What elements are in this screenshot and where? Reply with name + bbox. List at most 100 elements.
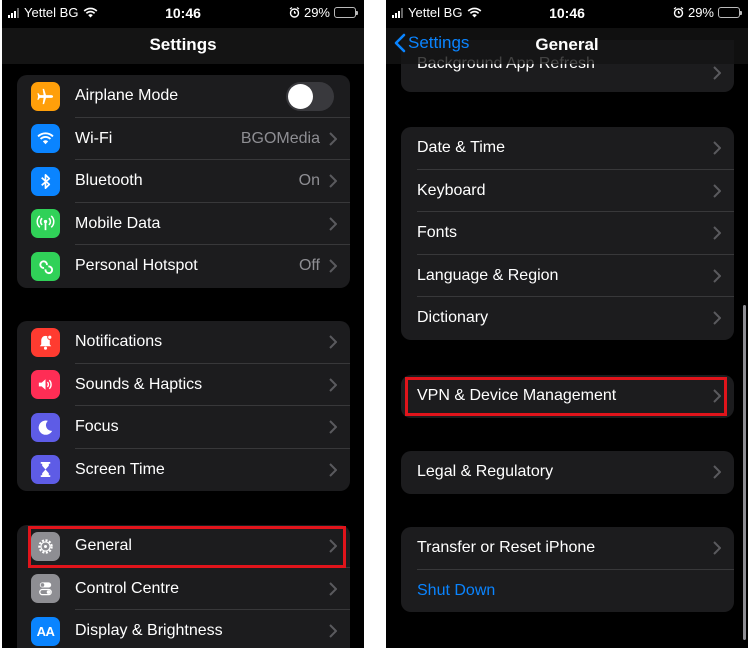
chevron-right-icon [713, 269, 721, 283]
status-bar: Yettel BG 10:46 29% [2, 0, 364, 28]
shut-down-button[interactable]: Shut Down [401, 570, 734, 613]
page-title: Settings [149, 35, 217, 54]
row-label: Transfer or Reset iPhone [417, 539, 596, 557]
chevron-right-icon [329, 624, 337, 638]
chevron-right-icon [713, 141, 721, 155]
airplane-mode-toggle[interactable] [286, 81, 334, 111]
antenna-icon [31, 209, 60, 239]
hotspot-status-value: Off [298, 257, 320, 275]
speaker-icon [31, 370, 60, 400]
row-label: Focus [75, 418, 119, 436]
chevron-right-icon [713, 465, 721, 479]
row-label: Mobile Data [75, 214, 161, 232]
settings-row-focus[interactable]: Focus [17, 406, 350, 449]
row-label: General [75, 537, 132, 555]
row-label: Date & Time [417, 139, 506, 157]
row-label: Fonts [417, 224, 458, 242]
row-label: Personal Hotspot [75, 257, 198, 275]
general-row-language-region[interactable]: Language & Region [401, 255, 734, 297]
battery-icon [334, 7, 358, 18]
chevron-right-icon [713, 541, 721, 555]
settings-row-wifi[interactable]: Wi-Fi BGOMedia [17, 118, 350, 160]
chevron-right-icon [329, 132, 337, 146]
status-bar: Yettel BG 10:46 29% [386, 0, 748, 28]
general-group-vpn: VPN & Device Management [401, 375, 734, 418]
settings-row-mobile-data[interactable]: Mobile Data [17, 203, 350, 245]
row-label: Airplane Mode [75, 87, 179, 105]
chevron-right-icon [713, 184, 721, 198]
general-group-reset: Transfer or Reset iPhone Shut Down [401, 527, 734, 612]
chevron-right-icon [713, 66, 721, 80]
settings-row-personal-hotspot[interactable]: Personal Hotspot Off [17, 245, 350, 288]
bell-icon [31, 327, 60, 357]
row-label: Dictionary [417, 309, 489, 327]
settings-row-bluetooth[interactable]: Bluetooth On [17, 160, 350, 203]
hourglass-icon [31, 455, 60, 485]
alarm-icon [289, 7, 300, 18]
general-group-legal: Legal & Regulatory [401, 451, 734, 494]
settings-row-general[interactable]: General [17, 525, 350, 568]
row-label: Display & Brightness [75, 622, 223, 640]
settings-row-display-brightness[interactable]: AA Display & Brightness [17, 610, 350, 648]
general-group-locale: Date & Time Keyboard Fonts Language & Re… [401, 127, 734, 340]
settings-row-sounds-haptics[interactable]: Sounds & Haptics [17, 364, 350, 406]
moon-icon [31, 412, 60, 442]
settings-group-connectivity: Airplane Mode Wi-Fi BGOMedia Bluetooth O… [17, 75, 350, 288]
chevron-right-icon [329, 174, 337, 188]
row-label: Sounds & Haptics [75, 375, 203, 393]
row-label: VPN & Device Management [417, 387, 617, 405]
row-label: Control Centre [75, 579, 180, 597]
settings-group-system: General Control Centre AA Display & Brig… [17, 525, 350, 648]
chevron-right-icon [713, 389, 721, 403]
airplane-icon [31, 81, 60, 111]
row-label: Screen Time [75, 460, 165, 478]
chevron-right-icon [329, 378, 337, 392]
row-label: Language & Region [417, 266, 559, 284]
scrollbar[interactable] [743, 305, 746, 640]
general-row-vpn-device-management[interactable]: VPN & Device Management [401, 375, 734, 418]
general-row-fonts[interactable]: Fonts [401, 212, 734, 255]
chevron-right-icon [329, 582, 337, 596]
battery-percent: 29% [303, 5, 330, 20]
chevron-right-icon [713, 311, 721, 325]
row-label: Bluetooth [75, 172, 143, 190]
settings-row-airplane-mode[interactable]: Airplane Mode [17, 75, 350, 118]
settings-row-screen-time[interactable]: Screen Time [17, 449, 350, 492]
row-label: Keyboard [417, 181, 486, 199]
general-row-legal-regulatory[interactable]: Legal & Regulatory [401, 451, 734, 494]
battery-percent: 29% [687, 5, 714, 20]
general-row-dictionary[interactable]: Dictionary [401, 297, 734, 340]
chevron-right-icon [329, 217, 337, 231]
general-screen: Background App Refresh Yettel BG 10:46 2… [386, 0, 748, 648]
chevron-right-icon [329, 420, 337, 434]
chevron-right-icon [713, 226, 721, 240]
settings-row-notifications[interactable]: Notifications [17, 321, 350, 364]
switches-icon [31, 574, 60, 604]
general-row-date-time[interactable]: Date & Time [401, 127, 734, 170]
row-label: Notifications [75, 333, 163, 351]
general-row-keyboard[interactable]: Keyboard [401, 170, 734, 212]
bluetooth-icon [31, 166, 60, 196]
text-size-icon: AA [31, 616, 60, 646]
page-title: General [535, 35, 599, 54]
battery-icon [718, 7, 742, 18]
settings-row-control-centre[interactable]: Control Centre [17, 568, 350, 610]
row-label: Wi-Fi [75, 129, 113, 147]
chevron-right-icon [329, 259, 337, 273]
wifi-network-value: BGOMedia [240, 129, 320, 147]
gear-icon [31, 531, 60, 561]
row-label: Legal & Regulatory [417, 463, 554, 481]
settings-screen: Yettel BG 10:46 29% Settings Airplane Mo… [2, 0, 364, 648]
chevron-right-icon [329, 463, 337, 477]
general-row-transfer-reset[interactable]: Transfer or Reset iPhone [401, 527, 734, 570]
row-label: Shut Down [417, 581, 496, 599]
wifi-icon [31, 124, 60, 154]
alarm-icon [673, 7, 684, 18]
navigation-bar: Settings General [386, 28, 748, 64]
bluetooth-status-value: On [298, 172, 320, 190]
settings-group-notifications: Notifications Sounds & Haptics Focus Scr… [17, 321, 350, 491]
navigation-bar: Settings [2, 28, 364, 64]
chevron-right-icon [329, 539, 337, 553]
hotspot-icon [31, 251, 60, 281]
chevron-right-icon [329, 335, 337, 349]
